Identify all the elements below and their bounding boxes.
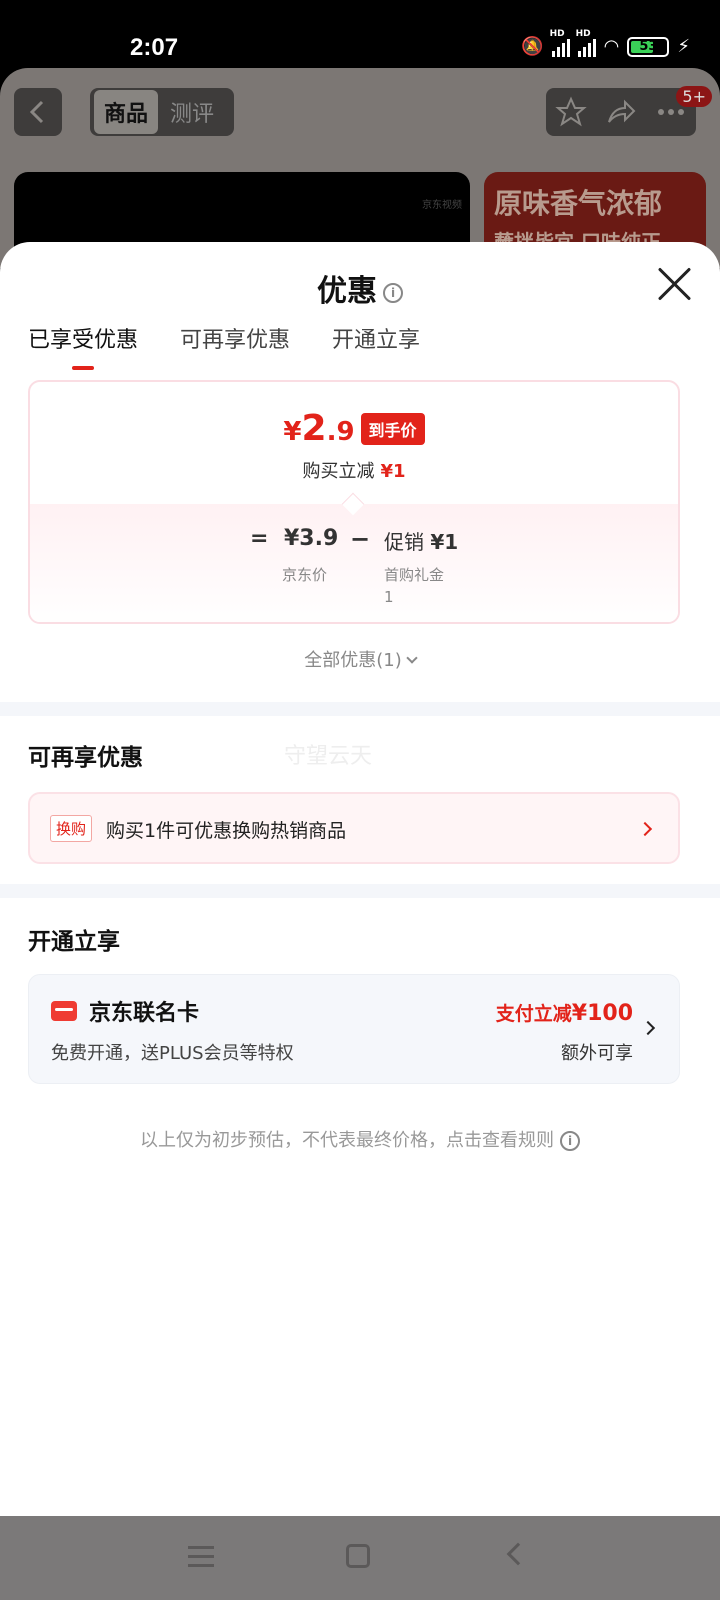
promo-amount: 促销 ¥1 bbox=[384, 530, 459, 554]
sheet-title-text: 优惠 bbox=[317, 274, 377, 309]
jd-price-label: 京东价 bbox=[282, 566, 328, 584]
card-extra: 额外可享 bbox=[561, 1043, 633, 1064]
signal-icon: HD bbox=[550, 29, 570, 57]
swap-tag: 换购 bbox=[50, 815, 93, 842]
mute-icon: 🔕 bbox=[521, 36, 544, 57]
final-price-tag: 到手价 bbox=[360, 412, 425, 445]
menu-icon[interactable] bbox=[188, 1546, 214, 1568]
charging-icon: ⚡ bbox=[677, 36, 690, 57]
info-icon[interactable]: i bbox=[383, 282, 403, 303]
jd-price: ¥3.9 bbox=[284, 526, 339, 551]
header-actions bbox=[546, 88, 696, 136]
video-logo: 京东视频 bbox=[422, 200, 462, 211]
discount-sheet: 优惠 i 已享受优惠 可再享优惠 开通立享 ¥2.9 到手价 购买立减 ¥1 = ¥3… bbox=[0, 242, 720, 1516]
back-button[interactable] bbox=[14, 88, 62, 136]
status-icons: 🔕 HD HD ◠ 53 ⚡ bbox=[521, 29, 690, 58]
rules-note[interactable]: 以上仅为初步预估，不代表最终价格，点击查看规则 i bbox=[0, 1126, 720, 1152]
card-offer: 支付立减¥100 bbox=[495, 1001, 633, 1026]
card-description: 免费开通，送PLUS会员等特权 bbox=[51, 1043, 294, 1064]
all-discounts-toggle[interactable]: 全部优惠(1) bbox=[0, 646, 720, 672]
jd-cobrand-card-row[interactable]: 京东联名卡 免费开通，送PLUS会员等特权 支付立减¥100 额外可享 bbox=[28, 974, 680, 1084]
back-arrow-icon bbox=[29, 100, 44, 124]
product-tabs: 商品 测评 bbox=[90, 88, 234, 136]
tab-product[interactable]: 商品 bbox=[94, 90, 159, 134]
tab-more-available[interactable]: 可再享优惠 bbox=[180, 322, 290, 370]
wifi-icon: ◠ bbox=[603, 36, 620, 57]
sheet-title: 优惠 i bbox=[0, 266, 720, 310]
close-icon[interactable] bbox=[656, 266, 692, 302]
price-breakdown-card: ¥2.9 到手价 购买立减 ¥1 = ¥3.9 京东价 − 促销 ¥1 首购礼金 1 bbox=[28, 380, 680, 624]
discount-tabs: 已享受优惠 可再享优惠 开通立享 bbox=[28, 322, 420, 370]
battery-icon: 53 bbox=[627, 36, 670, 57]
star-icon[interactable] bbox=[555, 96, 587, 128]
section-more-discounts: 可再享优惠 bbox=[28, 745, 143, 771]
share-icon[interactable] bbox=[605, 96, 637, 128]
watermark: 守望云天 bbox=[284, 744, 373, 769]
tab-open-enjoy[interactable]: 开通立享 bbox=[332, 322, 420, 370]
chevron-right-icon bbox=[637, 821, 653, 837]
divider bbox=[0, 702, 720, 716]
background-product-page: 商品 测评 5+ 京东视频 原味香气浓郁 蘸拌皆宜 口味纯正 bbox=[0, 68, 720, 268]
tab-review[interactable]: 测评 bbox=[164, 90, 220, 134]
back-icon[interactable] bbox=[506, 1542, 530, 1566]
status-time: 2:07 bbox=[130, 34, 179, 61]
notification-badge: 5+ bbox=[676, 86, 712, 107]
system-nav-bar bbox=[0, 1516, 720, 1600]
tab-enjoyed[interactable]: 已享受优惠 bbox=[28, 322, 138, 370]
info-icon: i bbox=[560, 1131, 580, 1151]
section-open-enjoy: 开通立享 bbox=[28, 929, 120, 955]
credit-card-icon bbox=[51, 1001, 77, 1021]
reduce-line: 购买立减 ¥1 bbox=[302, 461, 406, 482]
home-icon[interactable] bbox=[346, 1544, 370, 1568]
divider bbox=[0, 884, 720, 898]
card-name: 京东联名卡 bbox=[89, 1001, 200, 1026]
signal-icon-2: HD bbox=[576, 29, 596, 57]
status-bar: 2:07 🔕 HD HD ◠ 53 ⚡ bbox=[0, 0, 720, 70]
swap-offer-row[interactable]: 换购 购买1件可优惠换购热销商品 bbox=[28, 792, 680, 864]
chevron-right-icon bbox=[640, 1020, 656, 1036]
promo-label: 首购礼金 1 bbox=[384, 566, 445, 606]
ad-line-1: 原味香气浓郁 bbox=[494, 187, 663, 220]
chevron-down-icon bbox=[406, 652, 418, 664]
swap-text: 购买1件可优惠换购热销商品 bbox=[106, 820, 347, 842]
final-price: ¥2.9 bbox=[283, 408, 355, 449]
